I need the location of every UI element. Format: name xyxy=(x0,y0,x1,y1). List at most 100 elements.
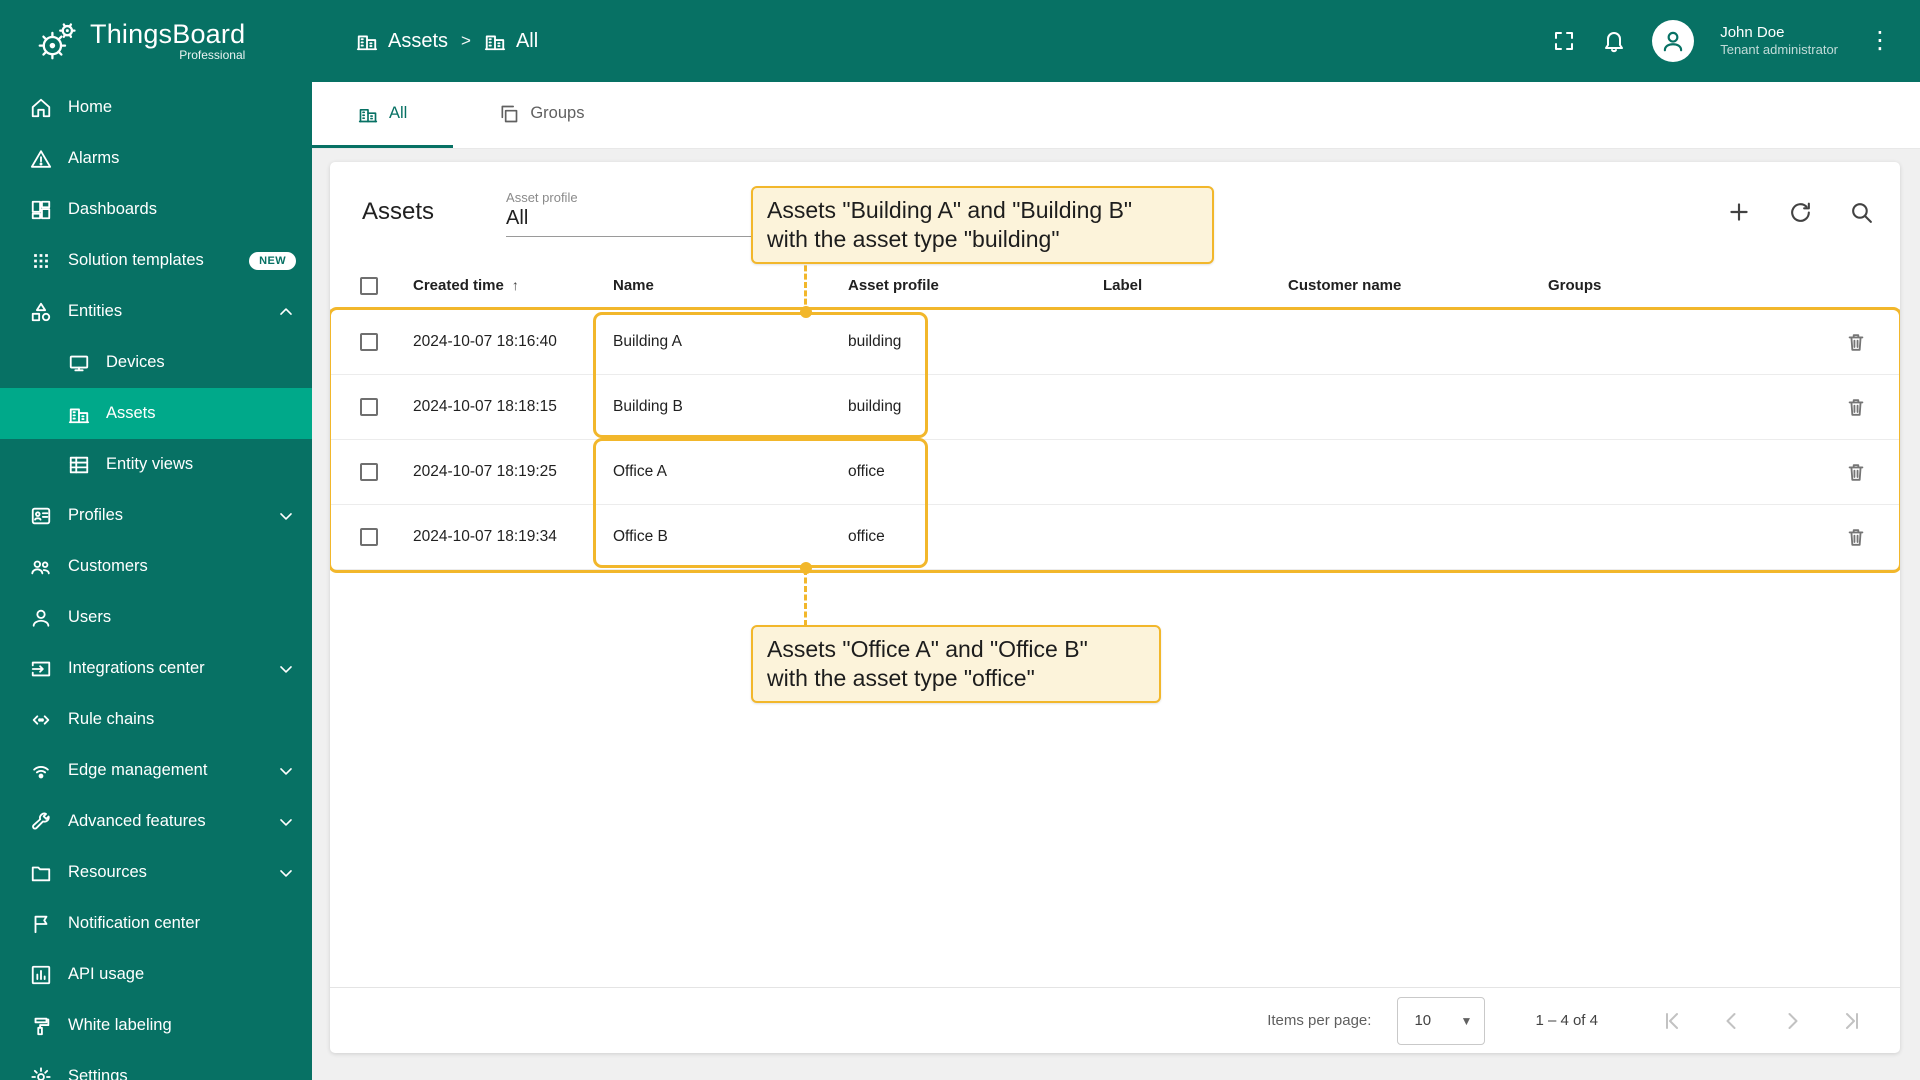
sidebar-item-white-labeling[interactable]: White labeling xyxy=(0,1000,312,1051)
sidebar-item-alarms[interactable]: Alarms xyxy=(0,133,312,184)
assets-building-icon xyxy=(68,403,90,425)
sidebar-item-integrations-center[interactable]: Integrations center xyxy=(0,643,312,694)
row-checkbox[interactable] xyxy=(360,463,378,481)
sidebar-item-settings[interactable]: Settings xyxy=(0,1051,312,1080)
sidebar-item-customers[interactable]: Customers xyxy=(0,541,312,592)
sidebar-item-label: Entity views xyxy=(106,455,194,473)
sidebar-item-label: Settings xyxy=(68,1067,128,1080)
sidebar-item-label: API usage xyxy=(68,965,145,983)
items-per-page-value: 10 xyxy=(1414,1012,1432,1029)
trash-icon[interactable] xyxy=(1845,526,1867,548)
sidebar-item-label: Solution templates xyxy=(68,251,204,269)
app-root: ThingsBoard Professional Assets > All Jo… xyxy=(0,0,1920,1080)
chevron-down-icon: ▼ xyxy=(1460,1013,1473,1028)
avatar[interactable] xyxy=(1652,20,1695,62)
cell-name: Building B xyxy=(613,398,683,415)
home-icon xyxy=(30,97,52,119)
sidebar-item-api-usage[interactable]: API usage xyxy=(0,949,312,1000)
customers-people-icon xyxy=(30,556,52,578)
sidebar-item-home[interactable]: Home xyxy=(0,82,312,133)
sidebar-item-label: Home xyxy=(68,98,113,116)
asset-profile-filter[interactable]: Asset profile All × xyxy=(506,188,777,237)
main-area: All Groups Assets Asset profile All × Cr… xyxy=(312,82,1920,1080)
sidebar-item-entities[interactable]: Entities xyxy=(0,286,312,337)
column-label[interactable]: Label xyxy=(1090,277,1275,294)
advanced-features-wrench-icon xyxy=(30,811,52,833)
sidebar-item-advanced-features[interactable]: Advanced features xyxy=(0,796,312,847)
table-row[interactable]: 2024-10-07 18:19:34 Office B office xyxy=(330,505,1900,570)
cell-asset-profile: office xyxy=(848,463,885,480)
assets-card: Assets Asset profile All × Created time … xyxy=(330,162,1900,1053)
settings-gear-icon xyxy=(30,1066,52,1080)
cell-created-time: 2024-10-07 18:16:40 xyxy=(413,333,557,350)
trash-icon[interactable] xyxy=(1845,461,1867,483)
logo[interactable]: ThingsBoard Professional xyxy=(0,18,312,64)
column-name[interactable]: Name xyxy=(600,277,835,294)
select-all-checkbox[interactable] xyxy=(360,276,378,295)
table-row[interactable]: 2024-10-07 18:16:40 Building A building xyxy=(330,310,1900,375)
white-labeling-paint-icon xyxy=(30,1015,52,1037)
column-created-time[interactable]: Created time ↑ xyxy=(400,277,600,294)
dashboards-icon xyxy=(30,199,52,221)
trash-icon[interactable] xyxy=(1845,331,1867,353)
clear-filter-icon[interactable]: × xyxy=(764,208,776,229)
sidebar-item-users[interactable]: Users xyxy=(0,592,312,643)
sidebar-item-edge-management[interactable]: Edge management xyxy=(0,745,312,796)
previous-page-icon[interactable] xyxy=(1720,1009,1744,1033)
new-badge: NEW xyxy=(249,251,296,270)
items-per-page-select[interactable]: 10 ▼ xyxy=(1397,996,1486,1045)
sidebar-item-assets[interactable]: Assets xyxy=(0,388,312,439)
entities-icon xyxy=(30,301,52,323)
row-checkbox[interactable] xyxy=(360,333,378,351)
sidebar-item-notification-center[interactable]: Notification center xyxy=(0,898,312,949)
sort-asc-icon: ↑ xyxy=(511,277,519,293)
next-page-icon[interactable] xyxy=(1780,1009,1804,1033)
notifications-bell-icon[interactable] xyxy=(1602,29,1626,53)
chevron-down-icon xyxy=(276,506,296,526)
cell-name: Building A xyxy=(613,333,682,350)
sidebar-item-solution-templates[interactable]: Solution templates NEW xyxy=(0,235,312,286)
search-icon[interactable] xyxy=(1849,200,1874,225)
cell-asset-profile: building xyxy=(848,398,902,415)
integrations-icon xyxy=(30,658,52,680)
user-info[interactable]: John Doe Tenant administrator xyxy=(1720,23,1838,59)
add-asset-button[interactable] xyxy=(1726,199,1752,225)
refresh-icon[interactable] xyxy=(1788,200,1813,225)
api-usage-chart-icon xyxy=(30,964,52,986)
tab-groups[interactable]: Groups xyxy=(453,82,630,148)
sidebar-item-label: Notification center xyxy=(68,914,201,932)
solution-templates-icon xyxy=(30,250,52,272)
row-checkbox[interactable] xyxy=(360,528,378,546)
content-area: Assets Asset profile All × Created time … xyxy=(312,149,1920,1080)
sidebar-item-resources[interactable]: Resources xyxy=(0,847,312,898)
breadcrumb-all[interactable]: All xyxy=(484,30,538,53)
column-asset-profile[interactable]: Asset profile xyxy=(835,277,1090,294)
row-checkbox[interactable] xyxy=(360,398,378,416)
sidebar-item-label: Assets xyxy=(106,404,156,422)
first-page-icon[interactable] xyxy=(1660,1009,1684,1033)
column-customer-name[interactable]: Customer name xyxy=(1275,277,1535,294)
column-groups[interactable]: Groups xyxy=(1535,277,1812,294)
tab-all[interactable]: All xyxy=(312,82,454,148)
table-row[interactable]: 2024-10-07 18:18:15 Building B building xyxy=(330,375,1900,440)
sidebar-item-dashboards[interactable]: Dashboards xyxy=(0,184,312,235)
trash-icon[interactable] xyxy=(1845,396,1867,418)
breadcrumb-current-label: All xyxy=(515,29,539,52)
sidebar: Home Alarms Dashboards Solution template… xyxy=(0,82,312,1080)
sidebar-item-profiles[interactable]: Profiles xyxy=(0,490,312,541)
users-person-icon xyxy=(30,607,52,629)
top-bar: ThingsBoard Professional Assets > All Jo… xyxy=(0,0,1920,82)
table-row[interactable]: 2024-10-07 18:19:25 Office A office xyxy=(330,440,1900,505)
last-page-icon[interactable] xyxy=(1840,1009,1864,1033)
items-per-page-label: Items per page: xyxy=(1267,1012,1372,1029)
breadcrumb-assets[interactable]: Assets xyxy=(356,30,448,53)
cell-asset-profile: office xyxy=(848,528,885,545)
cell-name: Office B xyxy=(613,528,668,545)
breadcrumb-root-label: Assets xyxy=(388,29,449,52)
kebab-menu-icon[interactable]: ⋮ xyxy=(1864,29,1896,53)
sidebar-item-devices[interactable]: Devices xyxy=(0,337,312,388)
sidebar-item-rule-chains[interactable]: Rule chains xyxy=(0,694,312,745)
sidebar-item-entity-views[interactable]: Entity views xyxy=(0,439,312,490)
brand-name: ThingsBoard xyxy=(90,19,246,50)
fullscreen-icon[interactable] xyxy=(1552,29,1576,53)
